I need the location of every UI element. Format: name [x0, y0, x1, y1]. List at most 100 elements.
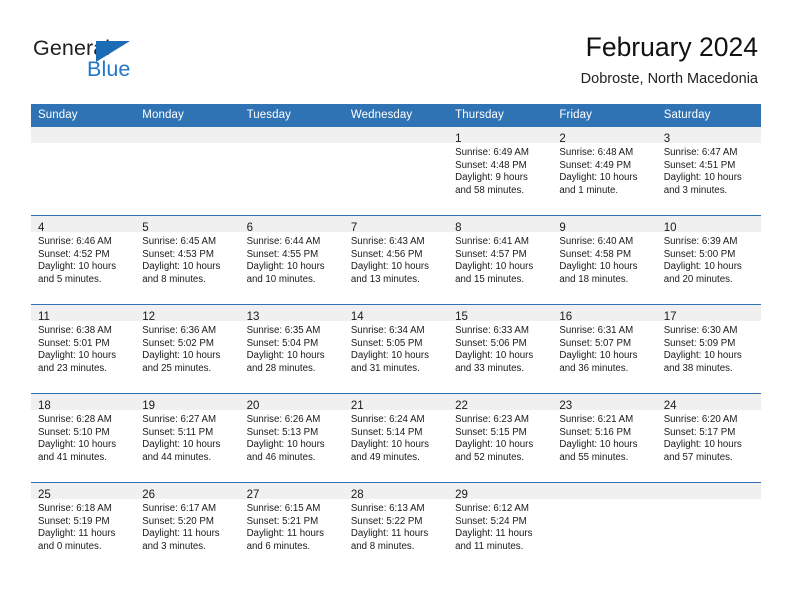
daylight-duration-line1: Daylight: 10 hours	[350, 350, 429, 362]
logo-text-blue: Blue	[87, 57, 131, 81]
calendar-week-row: 25 Sunrise: 6:18 AM Sunset: 5:19 PM Dayligh…	[31, 482, 761, 571]
sunrise-time: Sunrise: 6:28 AM	[38, 414, 112, 425]
calendar-day-cell[interactable]: 27 Sunrise: 6:15 AM Sunset: 5:21 PM Dayligh…	[239, 482, 344, 571]
day-number-band: 4	[31, 216, 136, 234]
day-details	[240, 143, 344, 147]
daylight-duration-line1: Daylight: 10 hours	[246, 439, 325, 451]
day-details: Sunrise: 6:33 AM Sunset: 5:06 PM Daylight:…	[448, 321, 552, 375]
calendar-day-cell[interactable]: 8 Sunrise: 6:41 AM Sunset: 4:57 PM Daylight…	[448, 215, 553, 305]
day-details	[135, 143, 239, 147]
sunset-time: Sunset: 5:15 PM	[455, 426, 527, 438]
day-details: Sunrise: 6:18 AM Sunset: 5:19 PM Daylight:…	[31, 499, 135, 553]
sunrise-time: Sunrise: 6:34 AM	[350, 325, 425, 336]
daylight-duration-line2: and 23 minutes.	[38, 362, 107, 374]
daylight-duration-line2: and 5 minutes.	[38, 273, 102, 285]
day-number-band: 2	[552, 127, 657, 145]
calendar-day-cell[interactable]: 6 Sunrise: 6:44 AM Sunset: 4:55 PM Daylight…	[239, 215, 344, 305]
calendar-day-cell[interactable]: 1 Sunrise: 6:49 AM Sunset: 4:48 PM Daylight…	[448, 127, 553, 216]
daylight-duration-line1: Daylight: 10 hours	[246, 350, 325, 362]
calendar-day-cell[interactable]: 25 Sunrise: 6:18 AM Sunset: 5:19 PM Dayligh…	[31, 482, 136, 571]
day-number: 26	[142, 489, 156, 501]
calendar-day-cell[interactable]: 9 Sunrise: 6:40 AM Sunset: 4:58 PM Daylight…	[552, 215, 657, 305]
day-cell-inner: 20 Sunrise: 6:26 AM Sunset: 5:13 PM Dayligh…	[239, 394, 344, 482]
calendar-day-cell[interactable]: 17 Sunrise: 6:30 AM Sunset: 5:09 PM Dayligh…	[656, 304, 761, 394]
day-number-band: 12	[135, 305, 240, 323]
calendar-day-cell[interactable]: 19 Sunrise: 6:27 AM Sunset: 5:11 PM Dayligh…	[135, 393, 240, 483]
day-number-band: 18	[31, 394, 136, 412]
calendar-day-cell[interactable]: 29 Sunrise: 6:12 AM Sunset: 5:24 PM Dayligh…	[448, 482, 553, 571]
calendar-table: Sunday Monday Tuesday Wednesday Thursday…	[31, 104, 761, 571]
weekday-header-thursday: Thursday	[448, 104, 553, 127]
calendar-day-cell[interactable]: 2 Sunrise: 6:48 AM Sunset: 4:49 PM Daylight…	[552, 127, 657, 216]
sunset-time: Sunset: 4:57 PM	[455, 248, 527, 260]
calendar-page: General Blue February 2024 Dobroste, Nor…	[0, 0, 792, 612]
calendar-day-cell[interactable]: 4 Sunrise: 6:46 AM Sunset: 4:52 PM Daylight…	[31, 215, 136, 305]
day-cell-inner: 17 Sunrise: 6:30 AM Sunset: 5:09 PM Dayligh…	[656, 305, 761, 393]
daylight-duration-line1: Daylight: 10 hours	[38, 439, 117, 451]
sunrise-time: Sunrise: 6:18 AM	[38, 503, 112, 514]
calendar-day-cell[interactable]: 24 Sunrise: 6:20 AM Sunset: 5:17 PM Dayligh…	[656, 393, 761, 483]
sunrise-time: Sunrise: 6:39 AM	[663, 236, 738, 247]
calendar-day-cell[interactable]: 15 Sunrise: 6:33 AM Sunset: 5:06 PM Dayligh…	[448, 304, 553, 394]
calendar-day-cell[interactable]: 5 Sunrise: 6:45 AM Sunset: 4:53 PM Daylight…	[135, 215, 240, 305]
calendar-day-cell[interactable]: 26 Sunrise: 6:17 AM Sunset: 5:20 PM Dayligh…	[135, 482, 240, 571]
day-number: 19	[142, 400, 156, 412]
day-number-band: 20	[239, 394, 344, 412]
day-details: Sunrise: 6:34 AM Sunset: 5:05 PM Daylight:…	[344, 321, 448, 375]
day-number: 15	[455, 311, 468, 323]
day-number: 5	[142, 222, 149, 234]
sunset-time: Sunset: 5:20 PM	[142, 515, 214, 527]
day-number: 24	[663, 400, 677, 412]
sunset-time: Sunset: 5:07 PM	[559, 337, 632, 349]
calendar-day-cell[interactable]: 11 Sunrise: 6:38 AM Sunset: 5:01 PM Dayligh…	[31, 304, 136, 394]
calendar-day-cell[interactable]: 20 Sunrise: 6:26 AM Sunset: 5:13 PM Dayligh…	[239, 393, 344, 483]
day-number-band: 29	[448, 483, 553, 501]
day-number: 27	[246, 489, 260, 501]
day-cell-inner: 18 Sunrise: 6:28 AM Sunset: 5:10 PM Dayligh…	[31, 394, 136, 482]
calendar-day-cell[interactable]: 14 Sunrise: 6:34 AM Sunset: 5:05 PM Dayligh…	[343, 304, 449, 394]
day-number: 22	[455, 400, 468, 412]
day-details: Sunrise: 6:48 AM Sunset: 4:49 PM Daylight:…	[552, 143, 656, 197]
calendar-day-cell[interactable]: 23 Sunrise: 6:21 AM Sunset: 5:16 PM Dayligh…	[552, 393, 657, 483]
calendar-day-cell[interactable]: 10 Sunrise: 6:39 AM Sunset: 5:00 PM Dayligh…	[656, 215, 761, 305]
daylight-duration-line2: and 13 minutes.	[350, 273, 420, 285]
daylight-duration-line2: and 8 minutes.	[142, 273, 206, 285]
day-details: Sunrise: 6:47 AM Sunset: 4:51 PM Daylight:…	[657, 143, 761, 197]
calendar-body: 1 Sunrise: 6:49 AM Sunset: 4:48 PM Daylight…	[31, 127, 761, 571]
day-cell-inner: 11 Sunrise: 6:38 AM Sunset: 5:01 PM Dayligh…	[31, 305, 136, 393]
daylight-duration-line1: Daylight: 10 hours	[663, 350, 742, 362]
sunset-time: Sunset: 5:05 PM	[350, 337, 423, 349]
daylight-duration-line2: and 46 minutes.	[246, 451, 316, 463]
calendar-day-cell[interactable]: 13 Sunrise: 6:35 AM Sunset: 5:04 PM Dayligh…	[239, 304, 344, 394]
calendar-day-cell[interactable]: 16 Sunrise: 6:31 AM Sunset: 5:07 PM Dayligh…	[552, 304, 657, 394]
sunset-time: Sunset: 4:56 PM	[350, 248, 423, 260]
day-cell-inner: 12 Sunrise: 6:36 AM Sunset: 5:02 PM Dayligh…	[135, 305, 240, 393]
day-details: Sunrise: 6:44 AM Sunset: 4:55 PM Daylight:…	[240, 232, 344, 286]
daylight-duration-line1: Daylight: 10 hours	[455, 439, 534, 451]
day-number-band: 26	[135, 483, 240, 501]
weekday-header-tuesday: Tuesday	[239, 104, 344, 127]
day-number: 2	[559, 133, 566, 145]
daylight-duration-line2: and 33 minutes.	[455, 362, 525, 374]
calendar-day-cell[interactable]: 28 Sunrise: 6:13 AM Sunset: 5:22 PM Dayligh…	[343, 482, 449, 571]
calendar-day-cell[interactable]: 22 Sunrise: 6:23 AM Sunset: 5:15 PM Dayligh…	[448, 393, 553, 483]
calendar-day-cell[interactable]: 7 Sunrise: 6:43 AM Sunset: 4:56 PM Daylight…	[343, 215, 449, 305]
sunset-time: Sunset: 4:58 PM	[559, 248, 632, 260]
general-blue-logo[interactable]: General Blue	[33, 36, 213, 88]
daylight-duration-line1: Daylight: 10 hours	[142, 350, 221, 362]
calendar-day-cell[interactable]: 12 Sunrise: 6:36 AM Sunset: 5:02 PM Dayligh…	[135, 304, 240, 394]
calendar-week-row: 11 Sunrise: 6:38 AM Sunset: 5:01 PM Dayligh…	[31, 304, 761, 394]
calendar-day-cell[interactable]: 21 Sunrise: 6:24 AM Sunset: 5:14 PM Dayligh…	[343, 393, 449, 483]
day-details: Sunrise: 6:35 AM Sunset: 5:04 PM Daylight:…	[240, 321, 344, 375]
sunrise-time: Sunrise: 6:48 AM	[559, 147, 634, 158]
daylight-duration-line2: and 58 minutes.	[455, 184, 525, 196]
day-cell-inner: 27 Sunrise: 6:15 AM Sunset: 5:21 PM Dayligh…	[239, 483, 344, 571]
daylight-duration-line2: and 49 minutes.	[350, 451, 420, 463]
page-header: General Blue February 2024 Dobroste, Nor…	[0, 0, 792, 100]
calendar-day-cell[interactable]: 18 Sunrise: 6:28 AM Sunset: 5:10 PM Dayligh…	[31, 393, 136, 483]
calendar-day-cell[interactable]: 3 Sunrise: 6:47 AM Sunset: 4:51 PM Daylight…	[656, 127, 761, 216]
day-number: 13	[246, 311, 260, 323]
daylight-duration-line2: and 3 minutes.	[663, 184, 728, 196]
day-number-band	[135, 127, 240, 143]
day-number-band: 1	[448, 127, 553, 145]
